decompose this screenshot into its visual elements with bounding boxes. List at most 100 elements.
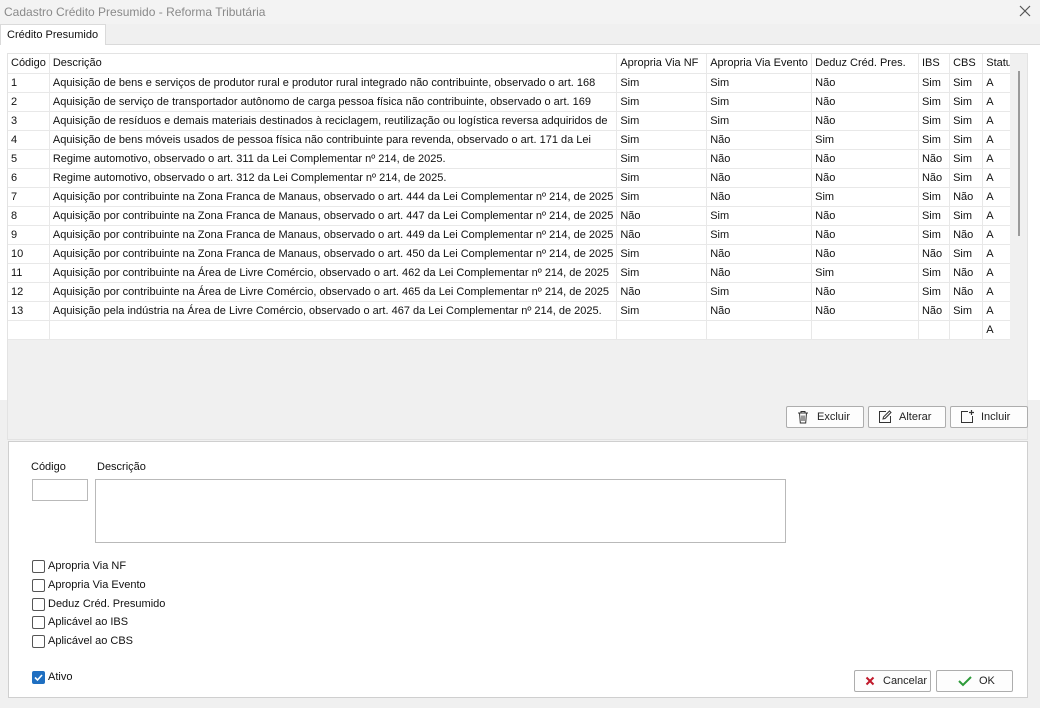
excluir-button[interactable]: Excluir xyxy=(786,406,864,428)
tab-credito-presumido[interactable]: Crédito Presumido xyxy=(0,24,107,45)
table-cell: Sim xyxy=(616,301,708,321)
table-cell: Não xyxy=(706,301,813,321)
table-row[interactable]: 6 Regime automotivo, observado o art. 312… xyxy=(8,168,1027,188)
column-header[interactable]: IBS xyxy=(918,54,951,74)
table-cell: Aquisição por contribuinte na Zona Franc… xyxy=(49,187,618,207)
table-row[interactable]: 10 Aquisição por contribuinte na Zona Fra… xyxy=(8,244,1027,264)
table-row[interactable]: 4 Aquisição de bens móveis usados de pess… xyxy=(8,130,1027,150)
checkbox-box[interactable] xyxy=(32,615,45,629)
table-cell: Sim xyxy=(616,73,708,93)
table-cell: Aquisição de serviço de transportador au… xyxy=(49,92,618,112)
table-cell xyxy=(706,320,813,340)
close-button[interactable] xyxy=(1016,2,1034,20)
table-cell: Sim xyxy=(706,73,813,93)
checkbox-box[interactable] xyxy=(32,578,45,592)
table-cell: Sim xyxy=(949,111,984,131)
table-cell: Sim xyxy=(918,282,951,302)
scrollbar-thumb[interactable] xyxy=(1018,71,1020,236)
column-header[interactable]: Apropria Via Evento xyxy=(706,54,813,74)
cancelar-label: Cancelar xyxy=(883,675,928,687)
table-cell: Sim xyxy=(918,263,951,283)
table-cell: Sim xyxy=(706,111,813,131)
checkbox-label: Apropria Via NF xyxy=(48,560,127,572)
column-header[interactable]: Descrição xyxy=(49,54,618,74)
table-row[interactable]: 12 Aquisição por contribuinte na Área de … xyxy=(8,282,1027,302)
column-header[interactable]: Código xyxy=(8,54,50,74)
table-cell: Sim xyxy=(616,168,708,188)
checkbox-box[interactable] xyxy=(32,559,45,573)
records-grid[interactable]: Código Descrição Apropria Via NF Apropria V… xyxy=(7,53,1028,440)
cancelar-button[interactable]: Cancelar xyxy=(854,670,931,692)
table-cell: Aquisição de bens e serviços de produtor… xyxy=(49,73,618,93)
table-cell: 10 xyxy=(8,244,50,264)
table-cell: Sim xyxy=(706,206,813,226)
checkbox-box[interactable] xyxy=(32,597,45,611)
codigo-input[interactable] xyxy=(32,479,88,501)
table-cell: 5 xyxy=(8,149,50,169)
option-checkbox[interactable]: Aplicável ao IBS xyxy=(32,615,128,629)
table-cell: Não xyxy=(949,282,984,302)
checkbox-label: Aplicável ao IBS xyxy=(48,616,129,628)
table-cell: 12 xyxy=(8,282,50,302)
column-header[interactable]: Deduz Créd. Pres. xyxy=(811,54,919,74)
descricao-input[interactable] xyxy=(95,479,786,543)
ativo-checkbox-box[interactable] xyxy=(32,670,45,684)
table-cell: 7 xyxy=(8,187,50,207)
table-cell: Aquisição por contribuinte na Área de Li… xyxy=(49,263,618,283)
option-checkbox[interactable]: Deduz Créd. Presumido xyxy=(32,597,165,611)
table-cell: Não xyxy=(811,244,919,264)
option-checkbox[interactable]: Apropria Via NF xyxy=(32,559,126,573)
table-cell: 3 xyxy=(8,111,50,131)
add-icon xyxy=(961,410,974,423)
table-cell: 11 xyxy=(8,263,50,283)
table-row[interactable]: 13 Aquisição pela indústria na Área de Li… xyxy=(8,301,1027,321)
ativo-checkbox[interactable]: Ativo xyxy=(32,670,72,684)
table-cell: 4 xyxy=(8,130,50,150)
ok-label: OK xyxy=(979,675,995,687)
column-header[interactable]: Apropria Via NF xyxy=(616,54,708,74)
table-row[interactable]: A xyxy=(8,320,1027,340)
checkbox-label: Aplicável ao CBS xyxy=(48,635,133,647)
table-row[interactable]: 7 Aquisição por contribuinte na Zona Fran… xyxy=(8,187,1027,207)
ok-button[interactable]: OK xyxy=(936,670,1013,692)
table-cell: Não xyxy=(811,73,919,93)
table-cell: Sim xyxy=(949,301,984,321)
checkbox-label: Apropria Via Evento xyxy=(48,579,146,591)
close-icon xyxy=(1019,5,1031,17)
table-cell: Sim xyxy=(616,187,708,207)
table-cell: Não xyxy=(706,244,813,264)
table-row[interactable]: 5 Regime automotivo, observado o art. 311… xyxy=(8,149,1027,169)
table-cell: Sim xyxy=(918,73,951,93)
option-checkbox[interactable]: Apropria Via Evento xyxy=(32,578,146,592)
incluir-button[interactable]: Incluir xyxy=(950,406,1028,428)
table-cell: Não xyxy=(918,168,951,188)
grid-vertical-scrollbar[interactable] xyxy=(1010,54,1027,439)
table-cell: Regime automotivo, observado o art. 311 … xyxy=(49,149,618,169)
table-row[interactable]: 11 Aquisição por contribuinte na Área de … xyxy=(8,263,1027,283)
table-cell: Sim xyxy=(811,187,919,207)
checkbox-label: Deduz Créd. Presumido xyxy=(48,598,166,610)
column-header[interactable]: CBS xyxy=(949,54,984,74)
table-cell: Sim xyxy=(949,92,984,112)
table-cell: Não xyxy=(706,130,813,150)
table-cell: Sim xyxy=(949,130,984,150)
table-cell: Aquisição por contribuinte na Zona Franc… xyxy=(49,225,618,245)
table-cell: Sim xyxy=(949,206,984,226)
table-cell xyxy=(8,320,50,340)
table-cell: Sim xyxy=(706,282,813,302)
table-row[interactable]: 9 Aquisição por contribuinte na Zona Fran… xyxy=(8,225,1027,245)
option-checkbox[interactable]: Aplicável ao CBS xyxy=(32,634,133,648)
table-cell xyxy=(49,320,618,340)
table-row[interactable]: 2 Aquisição de serviço de transportador a… xyxy=(8,92,1027,112)
table-row[interactable]: 3 Aquisição de resíduos e demais materiai… xyxy=(8,111,1027,131)
table-cell: Não xyxy=(616,206,708,226)
table-cell: Não xyxy=(811,149,919,169)
table-cell: Não xyxy=(918,244,951,264)
table-row[interactable]: 1 Aquisição de bens e serviços de produto… xyxy=(8,73,1027,93)
table-row[interactable]: 8 Aquisição por contribuinte na Zona Fran… xyxy=(8,206,1027,226)
table-cell: Sim xyxy=(616,92,708,112)
checkbox-box[interactable] xyxy=(32,634,45,648)
table-cell: Sim xyxy=(949,149,984,169)
ok-check-icon xyxy=(958,676,972,687)
alterar-button[interactable]: Alterar xyxy=(868,406,946,428)
